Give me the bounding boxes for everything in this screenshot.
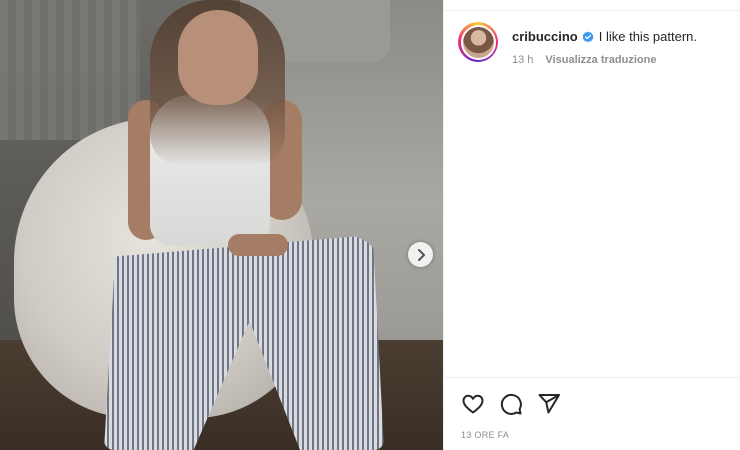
action-bar [461,392,561,416]
background-curtain [0,0,140,140]
username-link[interactable]: cribuccino [512,28,578,46]
divider [444,10,740,11]
avatar[interactable] [458,22,498,62]
caption-text: I like this pattern. [598,29,698,44]
post-timestamp: 13 ORE FA [461,430,510,440]
next-image-button[interactable] [408,242,433,267]
caption-comment: cribuccino I like this pattern. 13 h Vis… [458,22,733,66]
chevron-right-icon [416,248,426,261]
paper-plane-icon[interactable] [537,392,561,416]
translate-button[interactable]: Visualizza traduzione [545,54,656,66]
divider [444,377,740,378]
avatar-photo [462,26,494,58]
heart-icon[interactable] [461,392,485,416]
relative-time: 13 h [512,54,534,66]
hand [228,234,288,256]
comment-icon[interactable] [499,392,523,416]
face [178,10,258,105]
verified-badge-icon [582,31,594,43]
post-image[interactable] [0,0,443,450]
post-info-panel: cribuccino I like this pattern. 13 h Vis… [443,0,740,450]
